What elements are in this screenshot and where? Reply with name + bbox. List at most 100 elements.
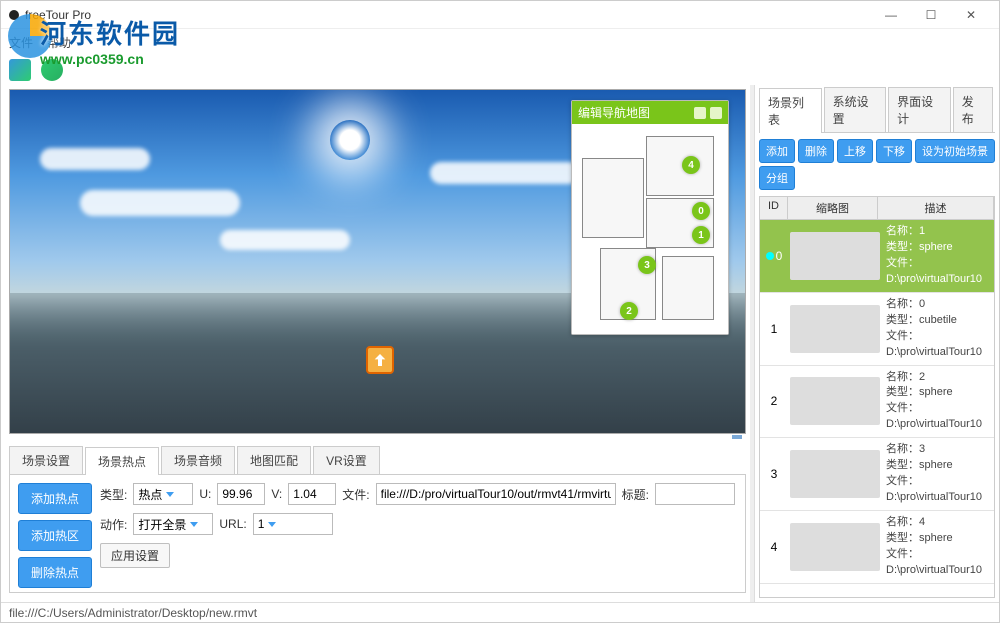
minimap-point-1[interactable]: 1 [692,226,710,244]
minimap-restore-icon[interactable] [710,107,722,119]
right-tab-row: 场景列表 系统设置 界面设计 发布 [759,87,995,133]
horizontal-splitter[interactable] [9,434,746,440]
action-select[interactable]: 打开全景 [133,513,213,535]
toolbar-icon-1[interactable] [9,59,31,81]
scene-row[interactable]: 0 名称：1类型：sphere文件：D:\pro\virtualTour10 [760,220,994,293]
chevron-down-icon [190,522,198,527]
menu-help[interactable]: 帮助 [47,34,71,51]
minimap-point-4[interactable]: 4 [682,156,700,174]
minimap-title: 编辑导航地图 [578,104,650,121]
minimap-header[interactable]: 编辑导航地图 [572,101,728,124]
window-title: freeTour Pro [25,8,871,22]
apply-button[interactable]: 应用设置 [100,543,170,568]
u-input[interactable] [217,483,265,505]
scene-thumbnail[interactable] [790,305,880,353]
scene-row[interactable]: 2 名称：2类型：sphere文件：D:\pro\virtualTour10 [760,366,994,439]
move-down-button[interactable]: 下移 [876,139,912,163]
status-path: file:///C:/Users/Administrator/Desktop/n… [9,606,257,620]
delete-button[interactable]: 删除 [798,139,834,163]
chevron-down-icon [166,492,174,497]
title-label: 标题: [622,486,649,503]
scene-list[interactable]: 0 名称：1类型：sphere文件：D:\pro\virtualTour10 1 名称… [759,220,995,598]
scene-id: 3 [760,467,788,481]
scene-list-header: ID 缩略图 描述 [759,196,995,220]
move-up-button[interactable]: 上移 [837,139,873,163]
tab-scene-audio[interactable]: 场景音频 [161,446,235,474]
scene-description: 名称：0类型：cubetile文件：D:\pro\virtualTour10 [882,297,994,361]
maximize-button[interactable]: ☐ [911,2,951,28]
hotspot-panel-form: 类型: 热点 U: V: 文件: 标题: 动作: 打开全景 URL: 1 [100,483,737,584]
tab-map-match[interactable]: 地图匹配 [237,446,311,474]
minimap-point-0[interactable]: 0 [692,202,710,220]
add-hotspot-button[interactable]: 添加热点 [18,483,92,514]
minimap-minimize-icon[interactable] [694,107,706,119]
tab-scene-settings[interactable]: 场景设置 [9,446,83,474]
minimap-point-2[interactable]: 2 [620,302,638,320]
scene-id: 2 [760,394,788,408]
titlebar: freeTour Pro — ☐ ✕ [1,1,999,29]
set-initial-button[interactable]: 设为初始场景 [915,139,995,163]
main-area: 编辑导航地图 0 1 2 [1,85,999,602]
type-select[interactable]: 热点 [133,483,193,505]
scene-thumbnail[interactable] [790,523,880,571]
scene-id: 4 [760,540,788,554]
close-button[interactable]: ✕ [951,2,991,28]
header-desc: 描述 [878,197,994,219]
v-input[interactable] [288,483,336,505]
cloud-decoration [430,162,580,184]
floorplan: 0 1 2 3 4 [576,128,724,330]
tab-vr-settings[interactable]: VR设置 [313,446,380,474]
scene-row[interactable]: 4名称：4类型：sphere文件：D:\pro\virtualTour10 [760,511,994,584]
scene-thumbnail[interactable] [790,450,880,498]
tab-ui-design[interactable]: 界面设计 [888,87,951,132]
action-label: 动作: [100,516,127,533]
statusbar: file:///C:/Users/Administrator/Desktop/n… [1,602,999,622]
url-select[interactable]: 1 [253,513,333,535]
url-label: URL: [219,517,246,531]
app-icon [9,10,19,20]
minimap-point-3[interactable]: 3 [638,256,656,274]
scene-id: 0 [760,249,788,263]
tab-scene-list[interactable]: 场景列表 [759,88,822,133]
toolbar-icon-2[interactable] [41,59,63,81]
tab-publish[interactable]: 发布 [953,87,993,132]
cloud-decoration [80,190,240,216]
delete-hotspot-button[interactable]: 删除热点 [18,557,92,588]
arrow-up-icon [372,352,388,368]
v-label: V: [271,487,282,501]
minimize-button[interactable]: — [871,2,911,28]
u-label: U: [199,487,211,501]
tab-scene-hotspot[interactable]: 场景热点 [85,447,159,475]
tab-system-settings[interactable]: 系统设置 [824,87,887,132]
toolbar [1,55,999,85]
minimap-panel[interactable]: 编辑导航地图 0 1 2 [571,100,729,335]
scene-id: 1 [760,322,788,336]
add-button[interactable]: 添加 [759,139,795,163]
scene-thumbnail[interactable] [790,232,880,280]
menubar: 文件 帮助 [1,29,999,55]
scene-thumbnail[interactable] [790,377,880,425]
left-pane: 编辑导航地图 0 1 2 [1,85,750,602]
minimap-body[interactable]: 0 1 2 3 4 [572,124,728,334]
title-input[interactable] [655,483,735,505]
file-input[interactable] [376,483,616,505]
add-hotzone-button[interactable]: 添加热区 [18,520,92,551]
scene-description: 名称：1类型：sphere文件：D:\pro\virtualTour10 [882,224,994,288]
scene-description: 名称：2类型：sphere文件：D:\pro\virtualTour10 [882,370,994,434]
header-thumb: 缩略图 [788,197,878,219]
hotspot-panel-buttons: 添加热点 添加热区 删除热点 [18,483,92,584]
file-label: 文件: [342,486,369,503]
panorama-viewport[interactable]: 编辑导航地图 0 1 2 [9,89,746,434]
scene-row[interactable]: 3名称：3类型：sphere文件：D:\pro\virtualTour10 [760,438,994,511]
sun-icon [330,120,370,160]
hotspot-marker[interactable] [366,346,394,374]
window-controls: — ☐ ✕ [871,2,991,28]
header-id: ID [760,197,788,219]
bottom-tab-row: 场景设置 场景热点 场景音频 地图匹配 VR设置 [9,446,746,475]
cloud-decoration [40,148,150,170]
scene-row[interactable]: 1 名称：0类型：cubetile文件：D:\pro\virtualTour10 [760,293,994,366]
type-label: 类型: [100,486,127,503]
menu-file[interactable]: 文件 [9,34,33,51]
selected-indicator-icon [766,252,774,260]
group-button[interactable]: 分组 [759,166,795,190]
